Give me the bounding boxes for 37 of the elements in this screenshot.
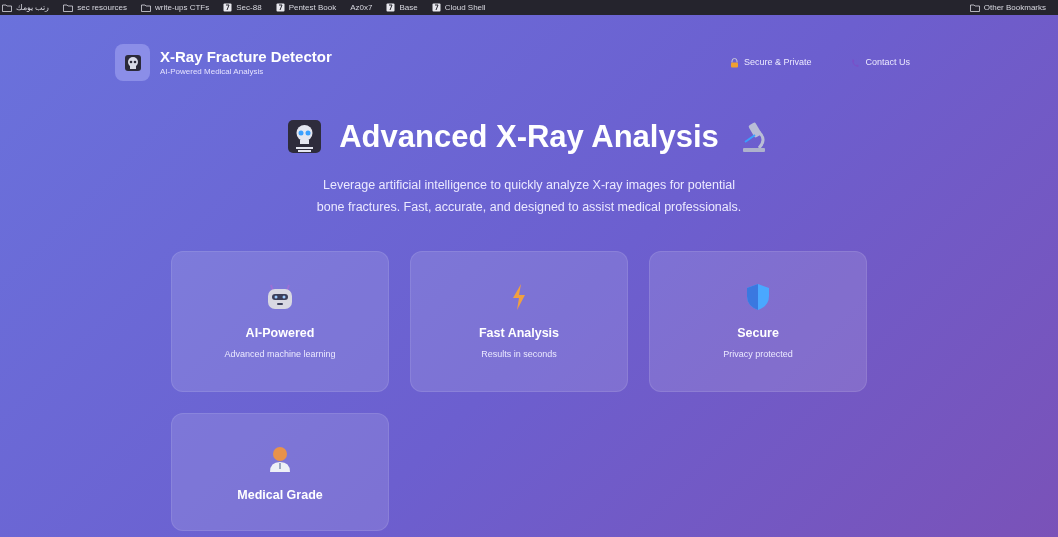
bookmark-link[interactable]: sec resources: [63, 1, 128, 14]
feature-title: Fast Analysis: [478, 327, 560, 340]
app-title: X-Ray Fracture Detector: [160, 49, 332, 64]
other-bookmarks-link[interactable]: Other Bookmarks: [969, 1, 1046, 14]
bookmark-link[interactable]: Sec-88: [223, 1, 262, 14]
feature-description: Advanced machine learning: [224, 349, 336, 359]
site-icon: [223, 3, 233, 12]
bookmark-link[interactable]: write-ups CTFs: [141, 1, 210, 14]
folder-icon: [2, 3, 12, 12]
feature-title: Secure: [737, 327, 779, 340]
bookmark-link[interactable]: Base: [386, 1, 418, 14]
feature-description: Privacy protected: [723, 349, 793, 359]
hero-description: Leverage artificial intelligence to quickly analyze X-ray images for potential bone fractures. Fast, accurate, and designed to assist medical professionals.: [316, 177, 742, 216]
folder-icon: [969, 3, 980, 12]
doctor-icon: [268, 445, 292, 473]
hero-heading: Advanced X-Ray Analysis: [339, 121, 719, 152]
shield-icon: [746, 283, 770, 311]
folder-icon: [63, 3, 74, 12]
nav-link[interactable]: Secure & Private: [729, 55, 812, 70]
bookmark-link[interactable]: Pentest Book: [275, 1, 337, 14]
bookmark-link[interactable]: Az0x7: [350, 1, 373, 14]
folder-icon: [141, 3, 152, 12]
skull-logo-icon: [115, 44, 150, 81]
feature-title: Medical Grade: [237, 489, 323, 502]
site-icon: [386, 3, 396, 12]
nav-link[interactable]: Contact Us: [851, 55, 910, 70]
lock-icon: [729, 57, 739, 68]
app-subtitle: AI-Powered Medical Analysis: [160, 68, 265, 76]
site-icon: [431, 3, 441, 12]
feature-title: AI-Powered: [245, 327, 315, 340]
skull-xray-icon: [288, 120, 322, 153]
robot-icon: [265, 283, 295, 311]
bookmark-link[interactable]: Cloud Shell: [431, 1, 486, 14]
lightning-bolt-icon: [511, 283, 527, 311]
site-icon: [275, 3, 285, 12]
bookmark-link[interactable]: رتب يومك: [2, 1, 50, 14]
feature-description: Results in seconds: [481, 349, 557, 359]
